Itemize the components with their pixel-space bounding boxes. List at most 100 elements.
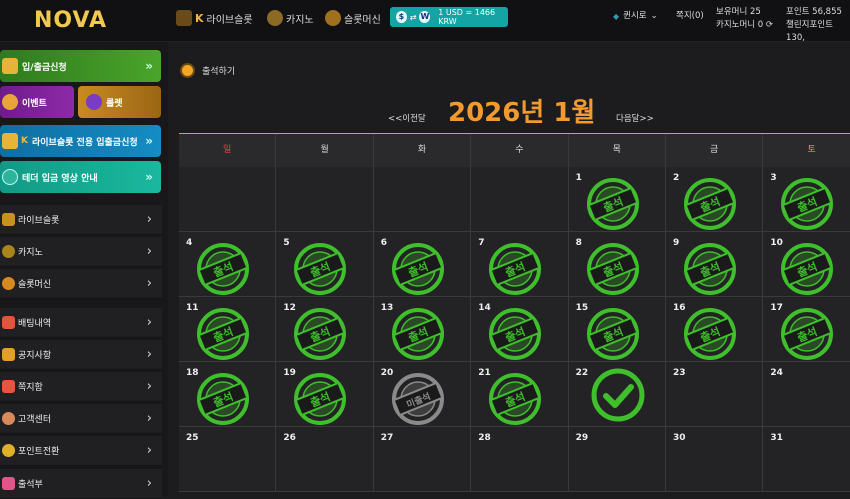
- calendar-day[interactable]: 10 출석: [763, 232, 850, 297]
- attendance-stamp-icon: 출석: [586, 308, 639, 360]
- menu-messages[interactable]: 쪽지함 ›: [0, 372, 162, 402]
- weekday-header: 일: [179, 134, 277, 167]
- roulette-icon: [86, 94, 102, 110]
- attendance-stamp-icon: 출석: [684, 308, 736, 360]
- calendar-day[interactable]: 8 출석: [568, 232, 666, 297]
- calendar-day[interactable]: 30: [666, 427, 764, 492]
- attendance-stamp-icon: 출석: [197, 373, 249, 425]
- calendar-day[interactable]: 28: [471, 427, 569, 492]
- calendar-day[interactable]: 31: [763, 427, 850, 492]
- calendar-day[interactable]: 5 출석: [276, 232, 374, 297]
- calendar-day[interactable]: 15 출석: [568, 297, 666, 362]
- slot-machine-icon: [2, 277, 15, 290]
- calendar-empty-cell: [179, 167, 277, 232]
- calendar-day[interactable]: 18 출석: [179, 362, 277, 427]
- menu-betting-history[interactable]: 배팅내역 ›: [0, 308, 162, 338]
- calendar-day[interactable]: 21 출석: [471, 362, 569, 427]
- top-bar: NOVA K 라이브슬롯 카지노 슬롯머신 $ ⇄ W 1 USD = 1466…: [0, 0, 850, 43]
- button-label: 이벤트: [22, 98, 47, 109]
- next-month-link[interactable]: 다음달>>: [616, 112, 654, 124]
- chevron-right-icon: ›: [146, 347, 152, 362]
- day-number: 2: [673, 173, 680, 183]
- calendar-day[interactable]: 24: [763, 362, 850, 427]
- attendance-stamp-icon: 출석: [781, 308, 834, 360]
- nova-logo[interactable]: NOVA: [22, 3, 122, 39]
- messages-link[interactable]: 쪽지(0): [676, 10, 704, 23]
- attendance-stamp-icon: 출석: [586, 243, 639, 295]
- calendar-day[interactable]: 7 출석: [471, 232, 569, 297]
- calendar-day[interactable]: 17 출석: [763, 297, 850, 362]
- calendar-empty-cell: [276, 167, 374, 232]
- calendar-day[interactable]: 9 출석: [666, 232, 764, 297]
- day-number: 26: [283, 433, 296, 443]
- event-button[interactable]: 이벤트: [0, 86, 74, 118]
- calendar-day[interactable]: 12 출석: [276, 297, 374, 362]
- calendar-day[interactable]: 6 출석: [373, 232, 472, 297]
- attendance-stamp-icon: 출석: [586, 178, 639, 230]
- attendance-stamp-icon: 출석: [294, 243, 347, 295]
- chevron-right-icon: ›: [146, 476, 152, 491]
- prev-month-link[interactable]: <<이전달: [388, 112, 426, 124]
- calendar-day[interactable]: 4 출석: [179, 232, 277, 297]
- support-icon: [2, 412, 15, 425]
- menu-live-slot[interactable]: 라이브슬롯 ›: [0, 205, 162, 235]
- chevron-right-icon: ›: [146, 315, 152, 330]
- menu-support[interactable]: 고객센터 ›: [0, 404, 162, 434]
- weekday-header: 토: [763, 134, 850, 167]
- calendar-day[interactable]: 3 출석: [763, 167, 850, 232]
- nav-live-slot[interactable]: K 라이브슬롯: [176, 8, 253, 28]
- calendar-header: <<이전달 2026년 1월 다음달>>: [168, 92, 850, 132]
- attendance-stamp-icon: 출석: [197, 308, 249, 360]
- wallet-money: 보유머니 25 카지노머니 0 ⟳: [716, 6, 773, 32]
- calendar-day[interactable]: 27: [373, 427, 472, 492]
- attendance-stamp-icon: 출석: [781, 243, 834, 295]
- calendar-day[interactable]: 11 출석: [179, 297, 277, 362]
- menu-slot-machine[interactable]: 슬롯머신 ›: [0, 269, 162, 299]
- menu-attendance[interactable]: 출석부 ›: [0, 469, 162, 499]
- calendar-day[interactable]: 19 출석: [276, 362, 374, 427]
- live-slot-icon: [176, 10, 192, 26]
- weekday-header: 목: [568, 134, 666, 167]
- chevron-right-icon: ›: [146, 244, 152, 259]
- attendance-stamp-icon: 출석: [391, 308, 444, 360]
- calendar-day[interactable]: 14 출석: [471, 297, 569, 362]
- weekday-header: 수: [471, 134, 569, 167]
- calendar-day[interactable]: 1 출석: [568, 167, 666, 232]
- logo-text: NOVA: [34, 8, 108, 33]
- calendar-day[interactable]: 25: [179, 427, 277, 492]
- deposit-withdraw-button[interactable]: 입/출금신청 »: [0, 50, 161, 82]
- day-number: 28: [478, 433, 491, 443]
- calendar-day[interactable]: 22: [568, 362, 666, 427]
- nav-casino[interactable]: 카지노: [267, 8, 314, 28]
- k-icon: K: [21, 136, 28, 146]
- calendar-day[interactable]: 13 출석: [373, 297, 472, 362]
- calendar-day[interactable]: 26: [276, 427, 374, 492]
- swap-icon: ⇄: [409, 12, 417, 22]
- day-number: 31: [770, 433, 783, 443]
- roulette-button[interactable]: 룰렛: [78, 86, 161, 118]
- menu-point-exchange[interactable]: 포인트전환 ›: [0, 436, 162, 466]
- live-slot-deposit-button[interactable]: K 라이브슬롯 전용 입출금신청 »: [0, 125, 161, 157]
- calendar-day[interactable]: 2 출석: [666, 167, 764, 232]
- day-number: 7: [478, 238, 485, 248]
- calendar-day[interactable]: 16 출석: [666, 297, 764, 362]
- calendar-day[interactable]: 20 미출석: [373, 362, 472, 427]
- user-menu[interactable]: ◆ 퀸시로 ⌄: [613, 10, 658, 23]
- betting-history-icon: [2, 316, 15, 329]
- calendar-day[interactable]: 23: [666, 362, 764, 427]
- chevron-right-icon: ›: [146, 276, 152, 291]
- day-number: 23: [673, 368, 686, 378]
- nav-slot-machine[interactable]: 슬롯머신: [325, 8, 381, 28]
- user-icon: ◆: [613, 12, 620, 21]
- menu-casino[interactable]: 카지노 ›: [0, 237, 162, 267]
- refresh-icon[interactable]: ⟳: [766, 20, 773, 30]
- menu-label: 포인트전환: [18, 447, 60, 457]
- check-circle-icon: [591, 368, 645, 422]
- chevron-right-icon: ›: [146, 443, 152, 458]
- calendar-day[interactable]: 29: [568, 427, 666, 492]
- menu-notice[interactable]: 공지사항 ›: [0, 340, 162, 370]
- tether-guide-button[interactable]: 테더 입금 영상 안내 »: [0, 161, 161, 193]
- chevron-right-icon: ›: [146, 411, 152, 426]
- attendance-stamp-icon: 출석: [294, 373, 347, 425]
- day-number: 1: [575, 173, 582, 183]
